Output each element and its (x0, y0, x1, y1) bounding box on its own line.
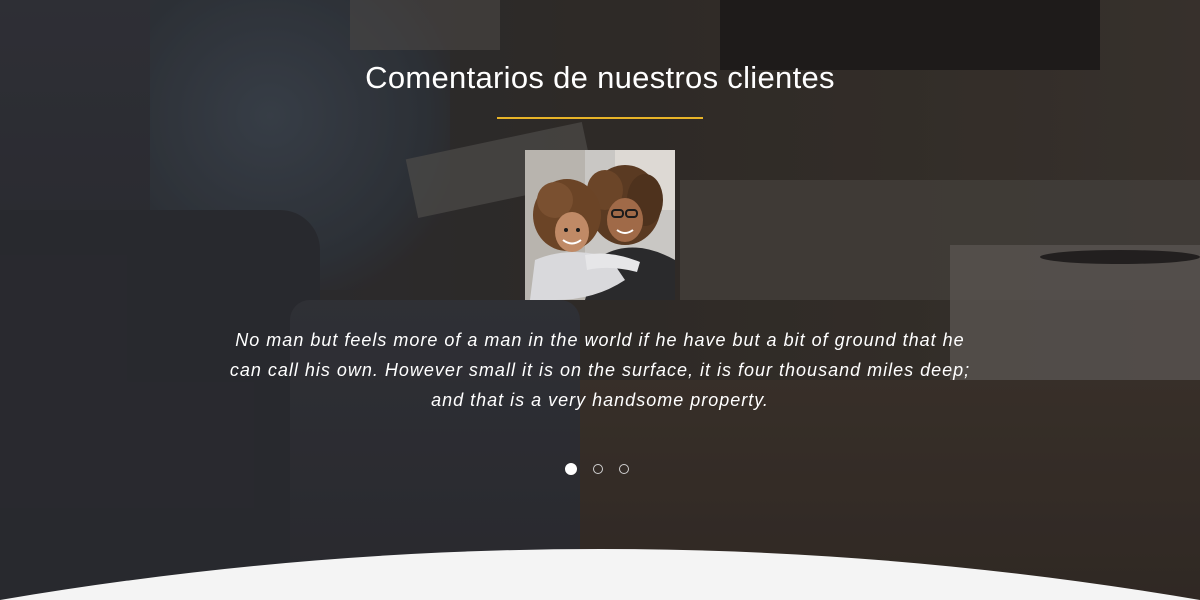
testimonials-section: Comentarios de nuestros clientes No man … (0, 0, 1200, 600)
carousel-dot-2[interactable] (593, 464, 603, 474)
title-underline (497, 117, 703, 119)
section-title: Comentarios de nuestros clientes (365, 60, 835, 95)
section-bottom-wave (0, 549, 1200, 600)
testimonial-quote: No man but feels more of a man in the wo… (229, 330, 971, 410)
testimonial-carousel: Comentarios de nuestros clientes No man … (0, 0, 1200, 600)
customer-avatar (525, 150, 675, 300)
carousel-dot-3[interactable] (619, 464, 629, 474)
carousel-dot-1[interactable] (565, 463, 577, 475)
carousel-pagination (565, 463, 637, 478)
customer-photo-icon (525, 150, 675, 300)
